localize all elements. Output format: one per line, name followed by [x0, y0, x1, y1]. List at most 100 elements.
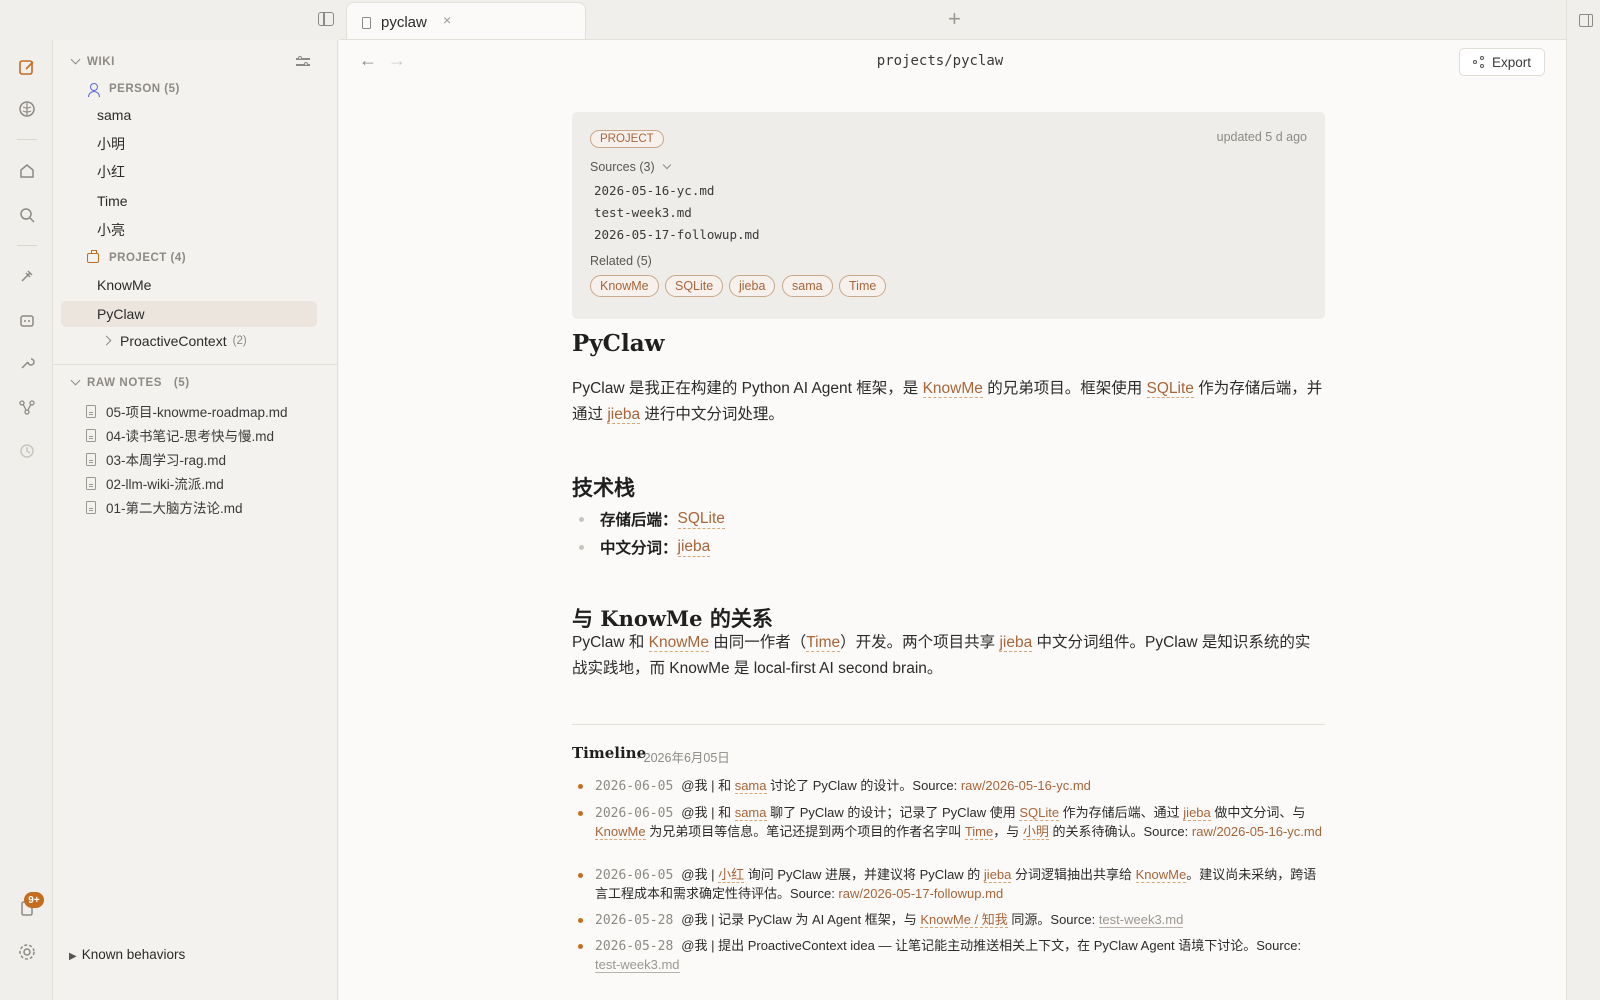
- metadata-card: PROJECT updated 5 d ago Sources (3) 2026…: [572, 112, 1325, 319]
- source-link[interactable]: test-week3.md: [1098, 912, 1184, 928]
- updated-label: updated 5 d ago: [1216, 130, 1307, 144]
- raw-note-item[interactable]: 05-项目-knowme-roadmap.md: [86, 401, 288, 421]
- source-link[interactable]: test-week3.md: [595, 957, 680, 973]
- related-label: Related (5): [590, 254, 652, 268]
- raw-note-item[interactable]: 02-llm-wiki-流派.md: [86, 473, 224, 493]
- settings-icon[interactable]: [17, 942, 37, 962]
- intro-paragraph: PyClaw 是我正在构建的 Python AI Agent 框架，是 Know…: [572, 376, 1325, 428]
- export-button[interactable]: Export: [1459, 48, 1545, 76]
- bot-icon[interactable]: [17, 310, 37, 330]
- wiki-link[interactable]: Time: [806, 634, 841, 652]
- text-run: ，与: [993, 824, 1023, 839]
- timeline-entry-date: 2026-05-28: [595, 939, 674, 954]
- tab-close-icon[interactable]: ×: [443, 12, 451, 28]
- related-chip[interactable]: jieba: [729, 275, 776, 297]
- wiki-link[interactable]: jieba: [607, 406, 641, 424]
- tab-label: pyclaw: [381, 14, 427, 31]
- wiki-link[interactable]: KnowMe: [595, 824, 646, 840]
- wiki-link[interactable]: sama: [734, 778, 767, 794]
- sidebar-item-time[interactable]: Time: [61, 188, 317, 214]
- raw-note-item[interactable]: 03-本周学习-rag.md: [86, 449, 226, 469]
- search-icon[interactable]: [17, 205, 37, 225]
- source-file-link[interactable]: test-week3.md: [594, 205, 692, 220]
- wiki-sidebar: WIKI PERSON (5) sama 小明 小红 Time 小亮 PROJE…: [53, 40, 338, 1000]
- raw-note-item[interactable]: 04-读书笔记-思考快与慢.md: [86, 425, 274, 445]
- sources-toggle[interactable]: Sources (3): [590, 160, 671, 174]
- source-file-link[interactable]: 2026-05-16-yc.md: [594, 183, 714, 198]
- plug-icon[interactable]: [17, 266, 37, 286]
- raw-notes-label: RAW NOTES: [87, 377, 163, 389]
- notification-badge: 9+: [24, 892, 44, 908]
- wiki-link[interactable]: Time: [964, 824, 994, 840]
- sidebar-item-knowme[interactable]: KnowMe: [61, 272, 317, 298]
- sidebar-item-sama[interactable]: sama: [61, 102, 317, 128]
- edit-icon[interactable]: [17, 57, 37, 77]
- tech-label: 中文分词：: [600, 540, 678, 557]
- bullet-dot: [579, 544, 584, 550]
- wiki-link[interactable]: 小红: [718, 867, 745, 883]
- filter-icon[interactable]: [296, 56, 310, 68]
- new-tab-icon[interactable]: +: [948, 6, 961, 32]
- raw-notes-header[interactable]: RAW NOTES (5): [70, 375, 190, 389]
- sidebar-item-xiaohong[interactable]: 小红: [61, 159, 317, 185]
- sidebar-item-xiaoming[interactable]: 小明: [61, 131, 317, 157]
- wiki-link[interactable]: jieba: [983, 867, 1012, 883]
- history-icon[interactable]: [17, 441, 37, 461]
- wiki-link[interactable]: 小明: [1022, 824, 1049, 840]
- text-run: 讨论了 PyClaw 的设计。Source:: [766, 778, 961, 793]
- wiki-link[interactable]: SQLite: [677, 510, 725, 529]
- text-run: 由同一作者（: [708, 634, 807, 651]
- known-behaviors-label: Known behaviors: [81, 947, 186, 962]
- person-group-header[interactable]: PERSON (5): [87, 83, 180, 97]
- related-chip[interactable]: SQLite: [665, 275, 724, 297]
- related-chip[interactable]: Time: [839, 275, 887, 297]
- wiki-link[interactable]: jieba: [677, 538, 711, 557]
- text-run: 询问 PyClaw 进展，并建议将 PyClaw 的: [744, 867, 984, 882]
- wiki-link[interactable]: sama: [734, 805, 767, 821]
- sidebar-item-xiaoliang[interactable]: 小亮: [61, 217, 317, 243]
- wiki-link[interactable]: SQLite: [1146, 380, 1194, 398]
- wiki-link[interactable]: SQLite: [1019, 805, 1060, 821]
- source-link[interactable]: raw/2026-05-16-yc.md: [961, 778, 1091, 793]
- project-group-header[interactable]: PROJECT (4): [87, 250, 186, 264]
- export-label: Export: [1491, 54, 1532, 70]
- wiki-link[interactable]: KnowMe / 知我: [920, 912, 1008, 928]
- wiki-link[interactable]: KnowMe: [648, 634, 709, 652]
- related-chip[interactable]: KnowMe: [590, 275, 659, 297]
- main-content: ← → projects/pyclaw Export PROJECT updat…: [339, 40, 1566, 1000]
- related-chip[interactable]: sama: [782, 275, 833, 297]
- text-run: 做中文分词、与: [1210, 805, 1306, 820]
- sidebar-item-pyclaw[interactable]: PyClaw: [61, 301, 317, 327]
- wiki-link[interactable]: KnowMe: [922, 380, 983, 398]
- divider: [17, 245, 37, 246]
- tech-stack-heading: 技术栈: [572, 475, 635, 500]
- text-run: 进行中文分词处理。: [640, 406, 784, 423]
- chevron-down-icon: [662, 160, 671, 170]
- source-link[interactable]: raw/2026-05-16-yc.md: [1192, 824, 1322, 839]
- graph-icon[interactable]: [17, 397, 37, 417]
- wiki-section-header[interactable]: WIKI: [70, 54, 115, 68]
- wiki-link[interactable]: jieba: [999, 634, 1033, 652]
- text-run: @我 |: [681, 867, 719, 882]
- share-icon: [1472, 56, 1485, 68]
- timeline-entry: 2026-06-05 @我 | 小红 询问 PyClaw 进展，并建议将 PyCl…: [578, 866, 1325, 903]
- home-icon[interactable]: [17, 161, 37, 181]
- source-link[interactable]: raw/2026-05-17-followup.md: [838, 886, 1003, 901]
- timeline-entry-date: 2026-06-05: [595, 806, 674, 821]
- source-file-link[interactable]: 2026-05-17-followup.md: [594, 227, 760, 242]
- toggle-right-panel-icon[interactable]: [1579, 14, 1593, 27]
- toggle-sidebar-icon[interactable]: [318, 12, 334, 26]
- raw-note-label: 01-第二大脑方法论.md: [106, 501, 243, 516]
- raw-note-item[interactable]: 01-第二大脑方法论.md: [86, 497, 243, 517]
- wrench-icon[interactable]: [17, 353, 37, 373]
- timeline-entry: 2026-05-28 @我 | 提出 ProactiveContext idea …: [578, 937, 1325, 974]
- wiki-link[interactable]: jieba: [1183, 805, 1211, 821]
- known-behaviors-toggle[interactable]: ▶ Known behaviors: [69, 947, 185, 962]
- file-icon: [86, 452, 96, 466]
- sidebar-item-proactivecontext[interactable]: ProactiveContext (2): [101, 333, 247, 349]
- timeline-heading: Timeline: [572, 744, 647, 762]
- wiki-link[interactable]: KnowMe: [1135, 867, 1187, 883]
- proactivecontext-count: (2): [232, 335, 247, 347]
- tab-pyclaw[interactable]: pyclaw ×: [346, 2, 586, 41]
- brain-icon[interactable]: [17, 99, 37, 119]
